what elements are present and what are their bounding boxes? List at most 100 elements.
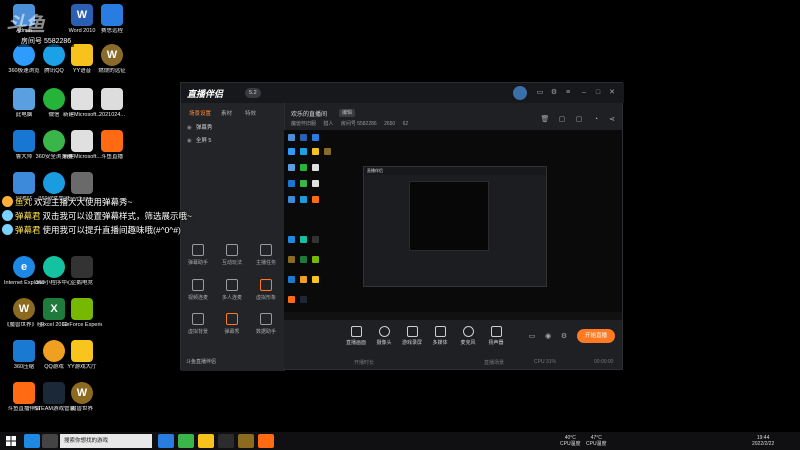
tool-interactive[interactable]: 互动玩法 [217, 244, 247, 266]
start-live-button[interactable]: 开始直播 [577, 329, 615, 343]
edit-button[interactable]: 编辑 [339, 109, 356, 117]
control-live-scene[interactable]: 直播画面 [342, 326, 370, 346]
settings-icon[interactable]: ⚙ [549, 88, 559, 98]
room-id: 房间号 5582286 [340, 121, 377, 127]
user-avatar[interactable] [513, 86, 527, 100]
tool-multi-link[interactable]: 多人连麦 [217, 279, 247, 301]
chat-icon [192, 244, 204, 256]
room-number-overlay: 房间号 5582286 [18, 35, 75, 47]
delete-icon[interactable]: 🗑 [540, 115, 550, 125]
eye-icon[interactable]: ◉ [543, 332, 553, 342]
popularity: 2650 [384, 121, 396, 127]
room-header: 欢乐的直播间 编辑 魔兽怀旧服 猎人 房间号 5582286 2650 62 🗑… [285, 103, 624, 131]
settings-icon[interactable]: ⚙ [559, 332, 569, 342]
file-icon [101, 88, 123, 110]
windows-start-icon[interactable] [6, 436, 16, 446]
tool-danmu-assistant[interactable]: 弹幕助手 [183, 244, 213, 266]
mini-icon [312, 196, 319, 203]
tool-video-link[interactable]: 视频连麦 [183, 279, 213, 301]
taskbar-app-steam[interactable] [218, 434, 234, 448]
video-icon[interactable]: ▭ [527, 332, 537, 342]
tab-scene[interactable]: 场景设置 [189, 109, 211, 117]
eye-icon[interactable]: ◉ [187, 138, 192, 144]
minimize-icon[interactable]: – [579, 88, 589, 98]
status-time: 00:00:00 [594, 359, 614, 365]
mini-icon [312, 148, 319, 155]
lock-icon[interactable]: ▢ [557, 115, 567, 125]
status-scene: 直播场景 [484, 360, 505, 366]
game-category[interactable]: 魔兽怀旧服 [291, 121, 316, 127]
mini-icon [300, 164, 307, 171]
maximize-icon[interactable]: □ [593, 88, 603, 98]
mini-icon [300, 296, 307, 303]
mini-icon [312, 256, 319, 263]
desktop-icon-geforce[interactable]: GeForce Experience [62, 298, 102, 329]
background-icon [192, 313, 204, 325]
desktop-icon-wow[interactable]: W 魔兽世界 [62, 382, 102, 413]
taskbar-app-360[interactable] [178, 434, 194, 448]
control-microphone[interactable]: 麦克风 [454, 326, 482, 346]
taskbar-app-yy[interactable] [198, 434, 214, 448]
control-speaker[interactable]: 扬声器 [482, 326, 510, 346]
follower-count: 62 [402, 121, 409, 127]
tab-effects[interactable]: 特效 [245, 109, 256, 117]
taskbar-app-wow[interactable] [238, 434, 254, 448]
taskbar-search-input[interactable]: 搜索你想找的游戏 [60, 434, 152, 448]
yy-icon [71, 44, 93, 66]
message-icon[interactable]: ▭ [535, 88, 545, 98]
yy-game-icon [71, 340, 93, 362]
tool-virtual-bg[interactable]: 虚拟背景 [183, 313, 213, 335]
lock-icon[interactable]: ▢ [574, 115, 584, 125]
mini-icon [288, 276, 295, 283]
douyu-icon [101, 130, 123, 152]
app-logo: 直播伴侣 [187, 89, 224, 99]
tool-avatar[interactable]: 虚拟形象 [251, 279, 281, 301]
desktop-icon-penguin-esports[interactable]: 企鹅电竞 [62, 256, 102, 287]
geforce-icon [71, 298, 93, 320]
desktop-icon-yygame[interactable]: YY游戏大厅 [62, 340, 102, 371]
nested-titlebar: 直播伴侣 [364, 167, 546, 175]
live-preview[interactable]: 直播伴侣 [284, 130, 622, 320]
mini-icon [300, 134, 307, 141]
tab-material[interactable]: 素材 [221, 109, 232, 117]
tool-tasks[interactable]: 主播任务 [251, 244, 281, 266]
recycle-bin-icon [13, 172, 35, 194]
share-icon[interactable]: ⋖ [607, 115, 617, 125]
wow-icon: W [101, 44, 123, 66]
wow-icon: W [13, 298, 35, 320]
taskbar-app-browser[interactable] [158, 434, 174, 448]
avatar-icon [260, 279, 272, 291]
taskbar-app-files[interactable] [42, 434, 58, 448]
douyu-watermark: 斗鱼 [6, 14, 45, 36]
desktop-icon-file-2021[interactable]: 2021024... [92, 88, 132, 119]
speaker-icon [490, 326, 502, 337]
taskbar-app-ie[interactable] [24, 434, 40, 448]
status-duration: 开播时长 [354, 360, 375, 366]
menu-icon[interactable]: ≡ [563, 88, 573, 98]
sub-category: 猎人 [323, 121, 334, 127]
desktop-icon-wow-tbc[interactable]: W 燃烧的远征 [92, 44, 132, 75]
desktop-icon-remote[interactable]: 赛思远程 [92, 4, 132, 35]
nested-app-preview: 直播伴侣 [363, 166, 547, 287]
room-meta: 魔兽怀旧服 猎人 房间号 5582286 2650 62 [291, 120, 414, 127]
control-media[interactable]: 多媒体 [426, 326, 454, 346]
version-badge: 5.2 [245, 88, 261, 98]
scene-item[interactable]: ◉ 全屏 5 [187, 136, 211, 144]
bell-icon[interactable]: ◔ [591, 115, 601, 125]
mini-icon [312, 134, 319, 141]
tool-danmu-show[interactable]: 弹幕秀 [217, 313, 247, 335]
control-game-capture[interactable]: 游戏录屏 [398, 326, 426, 346]
control-camera[interactable]: 摄像头 [370, 326, 398, 346]
mini-icon [300, 276, 307, 283]
word-icon: W [71, 4, 93, 26]
eye-icon[interactable]: ◉ [187, 125, 192, 131]
cpu-temp: 40°C CPU温度 [560, 435, 581, 447]
desktop-icon-douyu[interactable]: 斗鱼直播 [92, 130, 132, 161]
taskbar-app-douyu[interactable] [258, 434, 274, 448]
game-icon [226, 244, 238, 256]
wow-icon: W [71, 382, 93, 404]
tool-data[interactable]: 数据助手 [251, 313, 281, 335]
system-clock[interactable]: 19:44 2022/2/22 [752, 435, 774, 447]
scene-item[interactable]: ◉ 弹幕秀 [187, 123, 212, 131]
close-icon[interactable]: ✕ [607, 88, 617, 98]
